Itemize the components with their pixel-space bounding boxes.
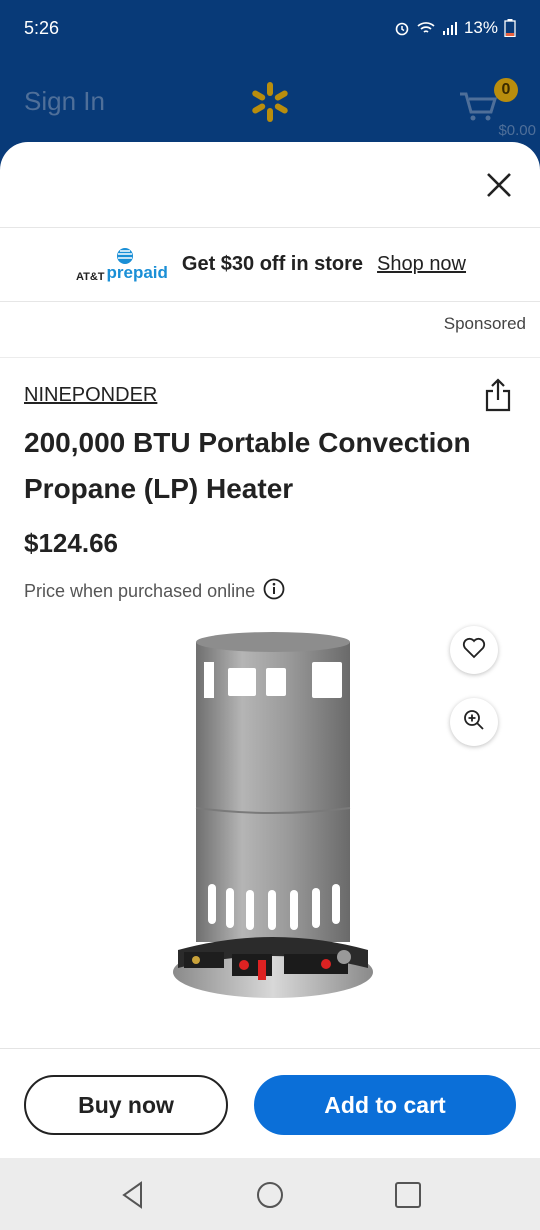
- product-title: 200,000 BTU Portable Convection Propane …: [24, 427, 471, 504]
- back-icon[interactable]: [116, 1178, 150, 1212]
- heart-icon: [462, 637, 486, 664]
- sponsored-label: Sponsored: [443, 314, 526, 333]
- brand-link[interactable]: NINEPONDER: [24, 384, 157, 407]
- sheet-header: [0, 142, 540, 228]
- wifi-icon: [416, 20, 436, 36]
- sign-in-link[interactable]: Sign In: [24, 86, 105, 117]
- action-bar: Buy now Add to cart: [0, 1048, 540, 1158]
- status-icons: 13%: [394, 18, 516, 38]
- sponsored-row: Sponsored: [0, 302, 540, 358]
- favorite-button[interactable]: [450, 626, 498, 674]
- zoom-icon: [462, 708, 486, 737]
- att-brand-text: AT&T: [75, 270, 105, 283]
- app-header: Sign In 0 $0.00: [0, 60, 540, 150]
- recents-icon[interactable]: [391, 1178, 425, 1212]
- prepaid-brand-text: prepaid: [106, 262, 168, 282]
- ad-banner[interactable]: AT&T prepaid Get $30 off in store Shop n…: [0, 228, 540, 302]
- close-icon[interactable]: [484, 170, 514, 200]
- battery-icon: [504, 19, 516, 37]
- zoom-button[interactable]: [450, 698, 498, 746]
- alarm-icon: [394, 20, 410, 36]
- share-icon[interactable]: [484, 378, 512, 412]
- product-sheet: AT&T prepaid Get $30 off in store Shop n…: [0, 142, 540, 1158]
- product-price: $124.66: [24, 528, 118, 558]
- status-time: 5:26: [24, 18, 60, 38]
- system-nav-bar: [0, 1158, 540, 1230]
- home-icon[interactable]: [253, 1178, 287, 1212]
- price-note: Price when purchased online: [24, 578, 285, 605]
- ad-headline: Get $30 off in store: [181, 253, 364, 275]
- cart-total: $0.00: [498, 122, 536, 139]
- brand-row: NINEPONDER: [0, 358, 540, 428]
- buy-now-button[interactable]: Buy now: [24, 1075, 228, 1135]
- cart-count-badge: 0: [494, 78, 518, 102]
- signal-icon: [442, 20, 458, 36]
- spark-logo-icon[interactable]: [248, 80, 292, 129]
- info-icon[interactable]: [263, 578, 285, 605]
- status-bar: 5:26 13%: [0, 0, 540, 60]
- shop-now-link[interactable]: Shop now: [377, 253, 466, 276]
- battery-percent: 13%: [463, 18, 498, 37]
- price-note-text: Price when purchased online: [24, 581, 256, 601]
- product-image[interactable]: [170, 632, 376, 1000]
- cart-icon: [458, 90, 498, 127]
- att-prepaid-logo: AT&T prepaid: [74, 247, 168, 283]
- add-to-cart-button[interactable]: Add to cart: [254, 1075, 516, 1135]
